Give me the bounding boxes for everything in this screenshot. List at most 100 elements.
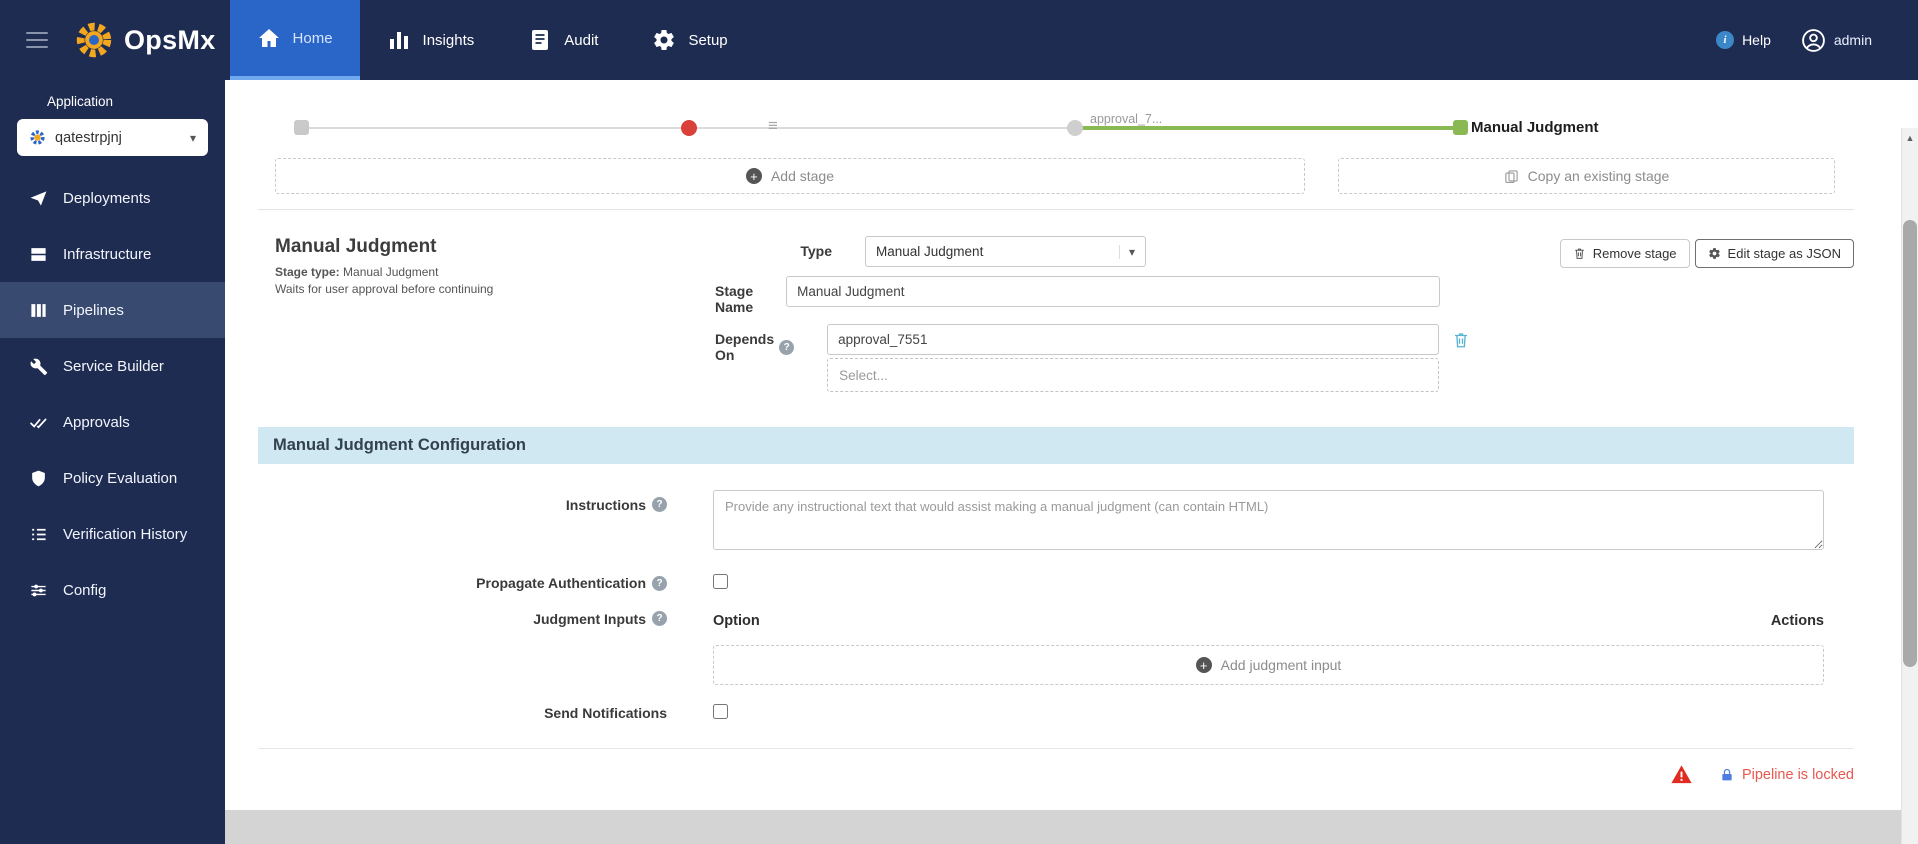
remove-stage-button[interactable]: Remove stage xyxy=(1559,239,1690,268)
user-menu[interactable]: admin xyxy=(1801,28,1872,53)
sidebar-item-pipelines[interactable]: Pipelines xyxy=(0,282,225,338)
instructions-textarea[interactable] xyxy=(713,490,1824,550)
application-selector[interactable]: qatestrpjnj xyxy=(17,119,208,156)
type-label: Type xyxy=(715,243,832,259)
sidebar-item-verification-history[interactable]: Verification History xyxy=(0,506,225,562)
pipelines-icon xyxy=(29,301,48,320)
add-judgment-input-button[interactable]: Add judgment input xyxy=(713,645,1824,685)
sidebar-item-label: Pipelines xyxy=(63,301,124,319)
stage-type-select[interactable]: Manual Judgment xyxy=(865,236,1146,267)
copy-existing-stage-button[interactable]: Copy an existing stage xyxy=(1337,158,1835,194)
help-icon[interactable] xyxy=(652,497,667,512)
instructions-row: Instructions xyxy=(258,490,1854,555)
stage-node-failed[interactable] xyxy=(681,120,697,136)
opsmx-brand[interactable]: OpsMx xyxy=(74,0,230,80)
sidebar-item-label: Policy Evaluation xyxy=(63,469,178,487)
propagate-authentication-checkbox[interactable] xyxy=(713,574,728,589)
page-body: Application qatestrpjnj Deployments Infr… xyxy=(0,80,1918,844)
tab-audit[interactable]: Audit xyxy=(501,0,625,80)
validation-warning[interactable] xyxy=(1670,763,1693,786)
application-name: qatestrpjnj xyxy=(55,129,122,146)
depends-on-select-placeholder[interactable]: Select... xyxy=(827,358,1440,392)
warning-icon xyxy=(1670,763,1693,786)
depends-on-label-text: Depends On xyxy=(715,331,775,363)
propagate-authentication-label-text: Propagate Authentication xyxy=(476,575,646,591)
sidebar-item-label: Deployments xyxy=(63,189,151,207)
tab-insights-label: Insights xyxy=(422,31,475,49)
instructions-label-text: Instructions xyxy=(565,497,646,513)
stage-type-value: Manual Judgment xyxy=(343,265,439,279)
bar-chart-icon xyxy=(387,28,411,52)
stage-label-selected[interactable]: Manual Judgment xyxy=(1471,119,1599,136)
info-icon xyxy=(1716,31,1735,49)
send-notifications-checkbox[interactable] xyxy=(713,704,728,719)
remove-dependency-trash-icon[interactable] xyxy=(1452,331,1470,349)
send-notifications-row: Send Notifications xyxy=(258,702,1854,724)
navbar-right: Help admin xyxy=(1716,0,1918,80)
main-content: approval_7... Manual Judgment Add stage … xyxy=(225,80,1918,844)
sidebar-nav: Deployments Infrastructure Pipelines Ser… xyxy=(0,170,225,618)
scrollbar-thumb[interactable] xyxy=(1903,220,1917,667)
help-icon[interactable] xyxy=(652,575,667,591)
instructions-label: Instructions xyxy=(258,490,667,555)
help-icon[interactable] xyxy=(779,339,795,355)
lock-icon xyxy=(1719,767,1735,783)
opsmx-app: OpsMx Home Insights Audit Setup i Help a… xyxy=(0,0,1918,844)
judgment-inputs-table-header: Option Actions xyxy=(713,611,1824,629)
stage-label-approval[interactable]: approval_7... xyxy=(1088,112,1165,126)
stage-name-row: Stage Name xyxy=(715,276,1441,315)
stage-type-select-value: Manual Judgment xyxy=(876,244,984,259)
sidebar-item-approvals[interactable]: Approvals xyxy=(0,394,225,450)
tab-setup[interactable]: Setup xyxy=(625,0,754,80)
type-label-text: Type xyxy=(800,243,832,259)
stage-grip-icon xyxy=(768,116,778,136)
vertical-scrollbar[interactable] xyxy=(1901,128,1918,844)
judgment-inputs-row: Judgment Inputs Option Actions Add judgm… xyxy=(258,611,1854,685)
pipeline-locked-indicator[interactable]: Pipeline is locked xyxy=(1719,767,1854,783)
help-link[interactable]: Help xyxy=(1716,31,1771,49)
scrollbar-up-arrow-icon[interactable] xyxy=(1902,128,1918,147)
stage-header-buttons: Remove stage Edit stage as JSON xyxy=(1559,236,1854,268)
sidebar-item-policy-evaluation[interactable]: Policy Evaluation xyxy=(0,450,225,506)
judgment-inputs-label: Judgment Inputs xyxy=(258,611,667,685)
stage-name-label-text: Stage Name xyxy=(715,283,754,315)
primary-nav: Home Insights Audit Setup xyxy=(229,0,755,80)
send-notifications-label-text: Send Notifications xyxy=(544,705,667,721)
manual-judgment-configuration-body: Instructions Propagate Authentication xyxy=(225,464,1918,724)
copy-icon xyxy=(1504,169,1519,184)
stage-node-start[interactable] xyxy=(294,120,309,135)
propagate-authentication-label: Propagate Authentication xyxy=(258,572,667,594)
sidebar-item-deployments[interactable]: Deployments xyxy=(0,170,225,226)
edit-stage-json-button[interactable]: Edit stage as JSON xyxy=(1694,239,1854,268)
chevron-down-icon xyxy=(190,131,196,145)
menu-toggle-button[interactable] xyxy=(0,0,74,80)
page-bottom-band xyxy=(225,810,1918,844)
depends-on-row: Depends On Select... xyxy=(715,324,1415,392)
sidebar-item-service-builder[interactable]: Service Builder xyxy=(0,338,225,394)
sliders-icon xyxy=(29,581,48,600)
tab-insights[interactable]: Insights xyxy=(360,0,502,80)
shield-icon xyxy=(29,469,48,488)
add-stage-button[interactable]: Add stage xyxy=(275,158,1305,194)
double-check-icon xyxy=(29,413,48,432)
actions-column-header: Actions xyxy=(1770,613,1824,629)
plus-circle-icon xyxy=(1195,657,1212,673)
stage-node-approval[interactable] xyxy=(1067,120,1083,136)
help-icon[interactable] xyxy=(652,611,667,626)
help-label: Help xyxy=(1742,32,1771,48)
propagate-authentication-row: Propagate Authentication xyxy=(258,572,1854,594)
list-icon xyxy=(29,525,48,544)
copy-stage-label: Copy an existing stage xyxy=(1527,168,1670,184)
sidebar-item-config[interactable]: Config xyxy=(0,562,225,618)
depends-on-input[interactable] xyxy=(827,324,1440,355)
stage-name-label: Stage Name xyxy=(715,283,753,315)
opsmx-logo-icon xyxy=(76,22,112,58)
tab-home[interactable]: Home xyxy=(229,0,360,80)
stage-node-selected[interactable] xyxy=(1453,120,1468,135)
stage-form: Type Manual Judgment Stage Name xyxy=(715,236,1415,401)
stage-actions-row: Add stage Copy an existing stage xyxy=(275,158,1835,194)
stage-description: Waits for user approval before continuin… xyxy=(275,282,494,296)
stage-name-input[interactable] xyxy=(786,276,1441,307)
sidebar-item-infrastructure[interactable]: Infrastructure xyxy=(0,226,225,282)
edit-stage-json-label: Edit stage as JSON xyxy=(1727,246,1841,261)
